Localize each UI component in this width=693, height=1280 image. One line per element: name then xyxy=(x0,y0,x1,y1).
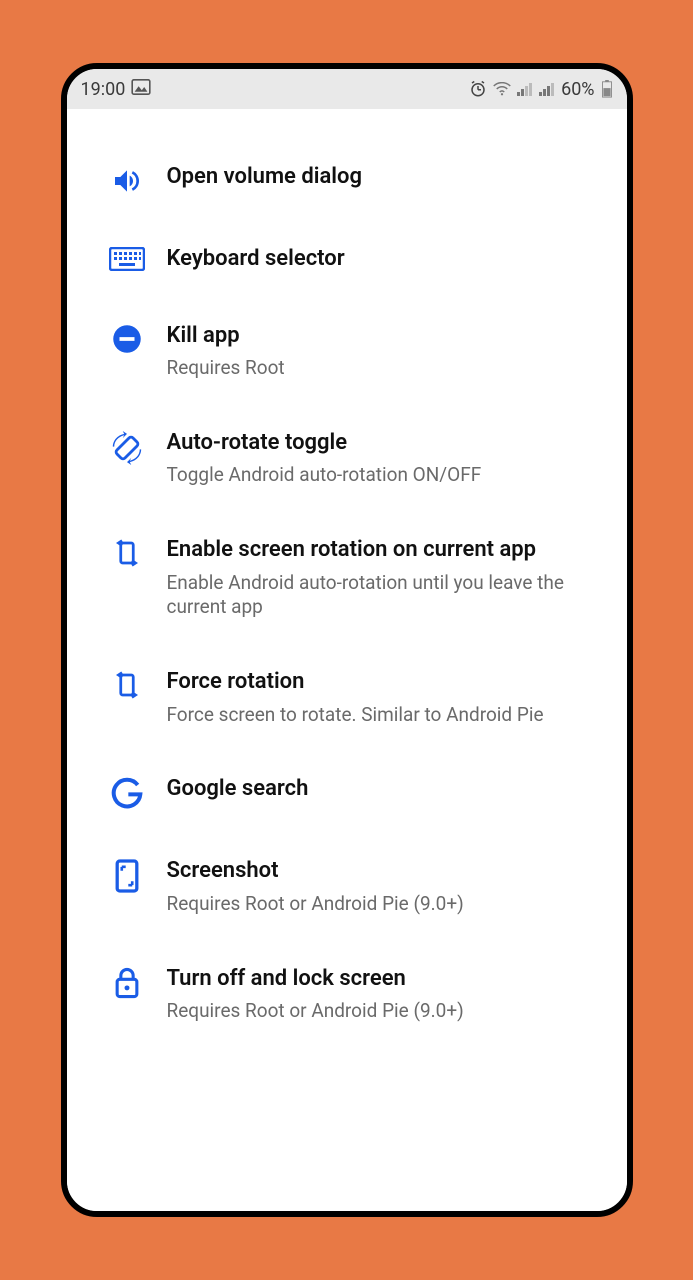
keyboard-icon xyxy=(97,245,157,271)
item-keyboard-selector[interactable]: Keyboard selector xyxy=(87,221,607,298)
item-auto-rotate-toggle[interactable]: Auto-rotate toggle Toggle Android auto-r… xyxy=(87,405,607,512)
item-title: Screenshot xyxy=(167,857,597,886)
lock-icon xyxy=(97,965,157,999)
screenshot-icon xyxy=(97,857,157,893)
auto-rotate-icon xyxy=(97,429,157,465)
item-title: Kill app xyxy=(167,322,597,351)
settings-list: Open volume dialog Keyboard selector xyxy=(67,109,627,1211)
item-title: Enable screen rotation on current app xyxy=(167,536,597,565)
status-bar: 19:00 60% xyxy=(67,69,627,109)
volume-icon xyxy=(97,163,157,197)
battery-icon xyxy=(601,80,613,98)
battery-text: 60% xyxy=(561,79,594,100)
item-subtitle: Requires Root xyxy=(167,356,597,381)
minus-circle-icon xyxy=(97,322,157,354)
item-kill-app[interactable]: Kill app Requires Root xyxy=(87,298,607,405)
status-right: 60% xyxy=(469,79,612,100)
item-title: Open volume dialog xyxy=(167,163,597,192)
item-title: Turn off and lock screen xyxy=(167,965,597,994)
item-enable-rotation-current-app[interactable]: Enable screen rotation on current app En… xyxy=(87,512,607,644)
item-force-rotation[interactable]: Force rotation Force screen to rotate. S… xyxy=(87,644,607,751)
item-subtitle: Requires Root or Android Pie (9.0+) xyxy=(167,892,597,917)
wifi-icon xyxy=(493,82,511,96)
signal-icon-2 xyxy=(539,82,555,96)
item-subtitle: Toggle Android auto-rotation ON/OFF xyxy=(167,463,597,488)
item-screenshot[interactable]: Screenshot Requires Root or Android Pie … xyxy=(87,833,607,940)
status-left: 19:00 xyxy=(81,79,152,100)
item-subtitle: Requires Root or Android Pie (9.0+) xyxy=(167,999,597,1024)
item-title: Force rotation xyxy=(167,668,597,697)
rotate-device-icon xyxy=(97,536,157,568)
item-open-volume-dialog[interactable]: Open volume dialog xyxy=(87,139,607,221)
item-title: Keyboard selector xyxy=(167,245,597,274)
item-title: Auto-rotate toggle xyxy=(167,429,597,458)
item-subtitle: Enable Android auto-rotation until you l… xyxy=(167,571,597,620)
signal-icon-1 xyxy=(517,82,533,96)
google-icon xyxy=(97,775,157,809)
device-frame: 19:00 60% xyxy=(61,63,633,1217)
item-title: Google search xyxy=(167,775,597,804)
status-time: 19:00 xyxy=(81,79,126,100)
item-subtitle: Force screen to rotate. Similar to Andro… xyxy=(167,703,597,728)
alarm-icon xyxy=(469,80,487,98)
force-rotate-icon xyxy=(97,668,157,700)
image-icon xyxy=(131,79,151,100)
item-google-search[interactable]: Google search xyxy=(87,751,607,833)
item-lock-screen[interactable]: Turn off and lock screen Requires Root o… xyxy=(87,941,607,1048)
